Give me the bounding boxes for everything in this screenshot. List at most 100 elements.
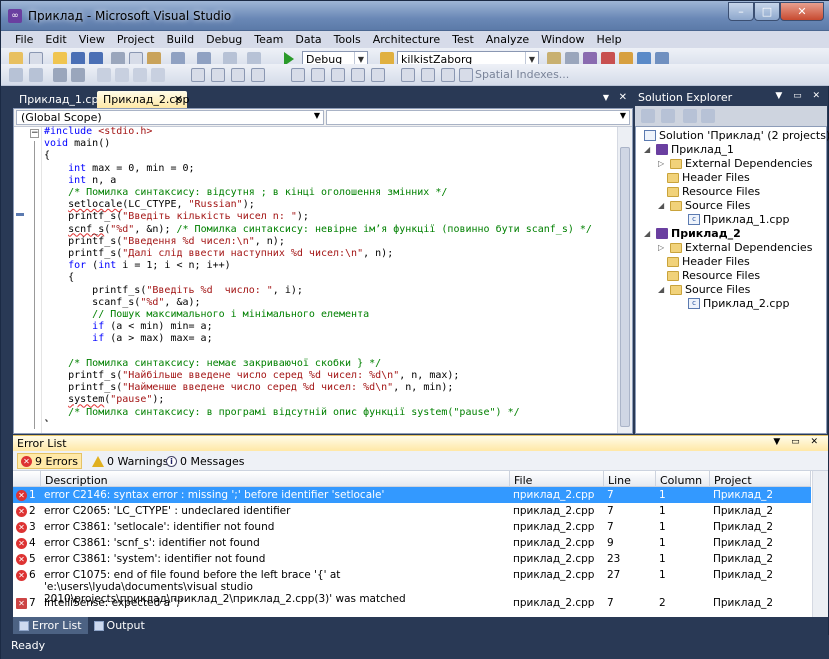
code-editor[interactable]: (Global Scope) ▼ ▼ − #include <stdio.h> vo…	[13, 108, 633, 434]
scroll-thumb[interactable]	[620, 147, 630, 427]
menu-edit[interactable]: Edit	[39, 31, 72, 48]
close-document-icon[interactable]: ✕	[619, 92, 627, 103]
errors-filter-button[interactable]: ✕ 9 Errors	[17, 453, 83, 469]
tree-item[interactable]: ◢ Source Files	[658, 283, 750, 296]
code-text[interactable]: #include <stdio.h> void main(){ int max =…	[44, 126, 616, 422]
code-line[interactable]: printf_s("Найменше введене число серед %…	[44, 382, 616, 394]
view-code-icon[interactable]	[683, 109, 697, 123]
indent-icon[interactable]	[9, 68, 23, 82]
bookmark-icon[interactable]	[97, 68, 111, 82]
menu-build[interactable]: Build	[160, 31, 200, 48]
space-icon[interactable]	[331, 68, 345, 82]
outdent-icon[interactable]	[29, 68, 43, 82]
column-header-description[interactable]: Description	[41, 471, 510, 487]
code-line[interactable]: printf_s("Введення %d чисел:\n", n);	[44, 236, 616, 248]
clear-bookmarks-icon[interactable]	[151, 68, 165, 82]
code-line[interactable]	[44, 346, 616, 358]
error-row[interactable]: ✕ 6 error C1075: end of file found before …	[13, 567, 811, 605]
expand-icon[interactable]: ◢	[658, 201, 667, 210]
tree-item[interactable]: c Приклад_1.cpp	[688, 213, 789, 226]
column-header-column[interactable]: Column	[656, 471, 710, 487]
error-row[interactable]: ✕ 2 error C2065: 'LC_CTYPE' : undeclared i…	[13, 503, 811, 519]
code-line[interactable]: void main()	[44, 138, 616, 150]
size-icon[interactable]	[311, 68, 325, 82]
project-node-2[interactable]: ◢ Приклад_2	[644, 227, 741, 240]
uncomment-icon[interactable]	[71, 68, 85, 82]
code-line[interactable]: {	[44, 150, 616, 162]
code-line[interactable]: if (a < min) min= a;	[44, 321, 616, 333]
menu-tools[interactable]: Tools	[328, 31, 367, 48]
code-line[interactable]: int n, a	[44, 175, 616, 187]
menu-debug[interactable]: Debug	[200, 31, 248, 48]
table-icon[interactable]	[401, 68, 415, 82]
error-row[interactable]: ✕ 1 error C2146: syntax error : missing ';…	[13, 487, 811, 503]
tab-dropdown-icon[interactable]: ▼	[603, 93, 609, 102]
pane-controls-icon[interactable]: ▼ ▭ ✕	[775, 91, 824, 101]
tree-item[interactable]: c Приклад_2.cpp	[688, 297, 789, 310]
menu-window[interactable]: Window	[535, 31, 590, 48]
code-line[interactable]: setlocale(LC_CTYPE, "Russian");	[44, 199, 616, 211]
error-row[interactable]: ✕ 5 error C3861: 'system': identifier not …	[13, 551, 811, 567]
column-header-file[interactable]: File	[510, 471, 604, 487]
code-line[interactable]: scnf_s("%d", &n); /* Помилка синтаксису:…	[44, 224, 616, 236]
menu-file[interactable]: File	[9, 31, 39, 48]
member-combo[interactable]: ▼	[326, 110, 630, 125]
expand-icon[interactable]: ◢	[644, 229, 653, 238]
code-line[interactable]: int max = 0, min = 0;	[44, 163, 616, 175]
spatial-indexes-button[interactable]: Spatial Indexes...	[475, 68, 569, 81]
column-header-project[interactable]: Project	[710, 471, 811, 487]
code-line[interactable]: printf_s("Далі слід ввести наступних %d …	[44, 248, 616, 260]
center-icon[interactable]	[351, 68, 365, 82]
menu-team[interactable]: Team	[248, 31, 289, 48]
close-button[interactable]: ✕	[780, 2, 824, 21]
menu-data[interactable]: Data	[289, 31, 327, 48]
error-list-scrollbar[interactable]	[812, 471, 828, 617]
error-row[interactable]: ✕ 3 error C3861: 'setlocale': identifier n…	[13, 519, 811, 535]
scope-combo[interactable]: (Global Scope) ▼	[16, 110, 324, 125]
code-line[interactable]: /* Помилка синтаксису: в програмі відсут…	[44, 407, 616, 419]
tab-output[interactable]: Output	[88, 617, 151, 634]
layout-icon[interactable]	[211, 68, 225, 82]
minimize-button[interactable]: –	[728, 2, 754, 21]
maximize-button[interactable]: □	[754, 2, 780, 21]
collapse-icon[interactable]: −	[30, 129, 39, 138]
code-line[interactable]: {	[44, 272, 616, 284]
header-icon-col[interactable]	[13, 471, 41, 487]
tree-item[interactable]: Header Files	[667, 171, 750, 184]
key-icon[interactable]	[421, 68, 435, 82]
align-icon[interactable]	[291, 68, 305, 82]
code-line[interactable]: }	[44, 419, 616, 422]
tree-item[interactable]: Header Files	[667, 255, 750, 268]
messages-filter-button[interactable]: i0 Messages	[163, 453, 247, 469]
project-node-1[interactable]: ◢ Приклад_1	[644, 143, 734, 156]
show-all-files-icon[interactable]	[661, 109, 675, 123]
tree-item[interactable]: ▷ External Dependencies	[658, 157, 812, 170]
expand-icon[interactable]: ◢	[658, 285, 667, 294]
expand-icon[interactable]: ◢	[644, 145, 653, 154]
index-icon[interactable]	[459, 68, 473, 82]
order-icon[interactable]	[371, 68, 385, 82]
menu-test[interactable]: Test	[446, 31, 480, 48]
warnings-filter-button[interactable]: 0 Warnings	[89, 453, 171, 469]
comment-icon[interactable]	[53, 68, 67, 82]
code-line[interactable]: printf_s("Введіть %d число: ", i);	[44, 285, 616, 297]
properties-icon[interactable]	[641, 109, 655, 123]
tab-prykl2[interactable]: Приклад_2.cpp ✕	[97, 91, 189, 108]
column-header-line[interactable]: Line	[604, 471, 656, 487]
menu-architecture[interactable]: Architecture	[367, 31, 446, 48]
relationship-icon[interactable]	[441, 68, 455, 82]
diagram-icon[interactable]	[191, 68, 205, 82]
tree-item[interactable]: Resource Files	[667, 269, 760, 282]
class-diagram-icon[interactable]	[701, 109, 715, 123]
code-line[interactable]: // Пошук максимального і мінімального ел…	[44, 309, 616, 321]
code-line[interactable]: printf_s("Найбільше введене число серед …	[44, 370, 616, 382]
prev-bookmark-icon[interactable]	[115, 68, 129, 82]
code-line[interactable]: printf_s("Введіть кількість чисел n: ");	[44, 211, 616, 223]
menu-analyze[interactable]: Analyze	[480, 31, 535, 48]
code-line[interactable]: /* Помилка синтаксису: відсутня ; в кінц…	[44, 187, 616, 199]
tree-item[interactable]: Resource Files	[667, 185, 760, 198]
zoom-icon[interactable]	[231, 68, 245, 82]
code-line[interactable]: #include <stdio.h>	[44, 126, 616, 138]
tree-item[interactable]: ◢ Source Files	[658, 199, 750, 212]
solution-node[interactable]: Solution 'Приклад' (2 projects)	[644, 129, 829, 142]
